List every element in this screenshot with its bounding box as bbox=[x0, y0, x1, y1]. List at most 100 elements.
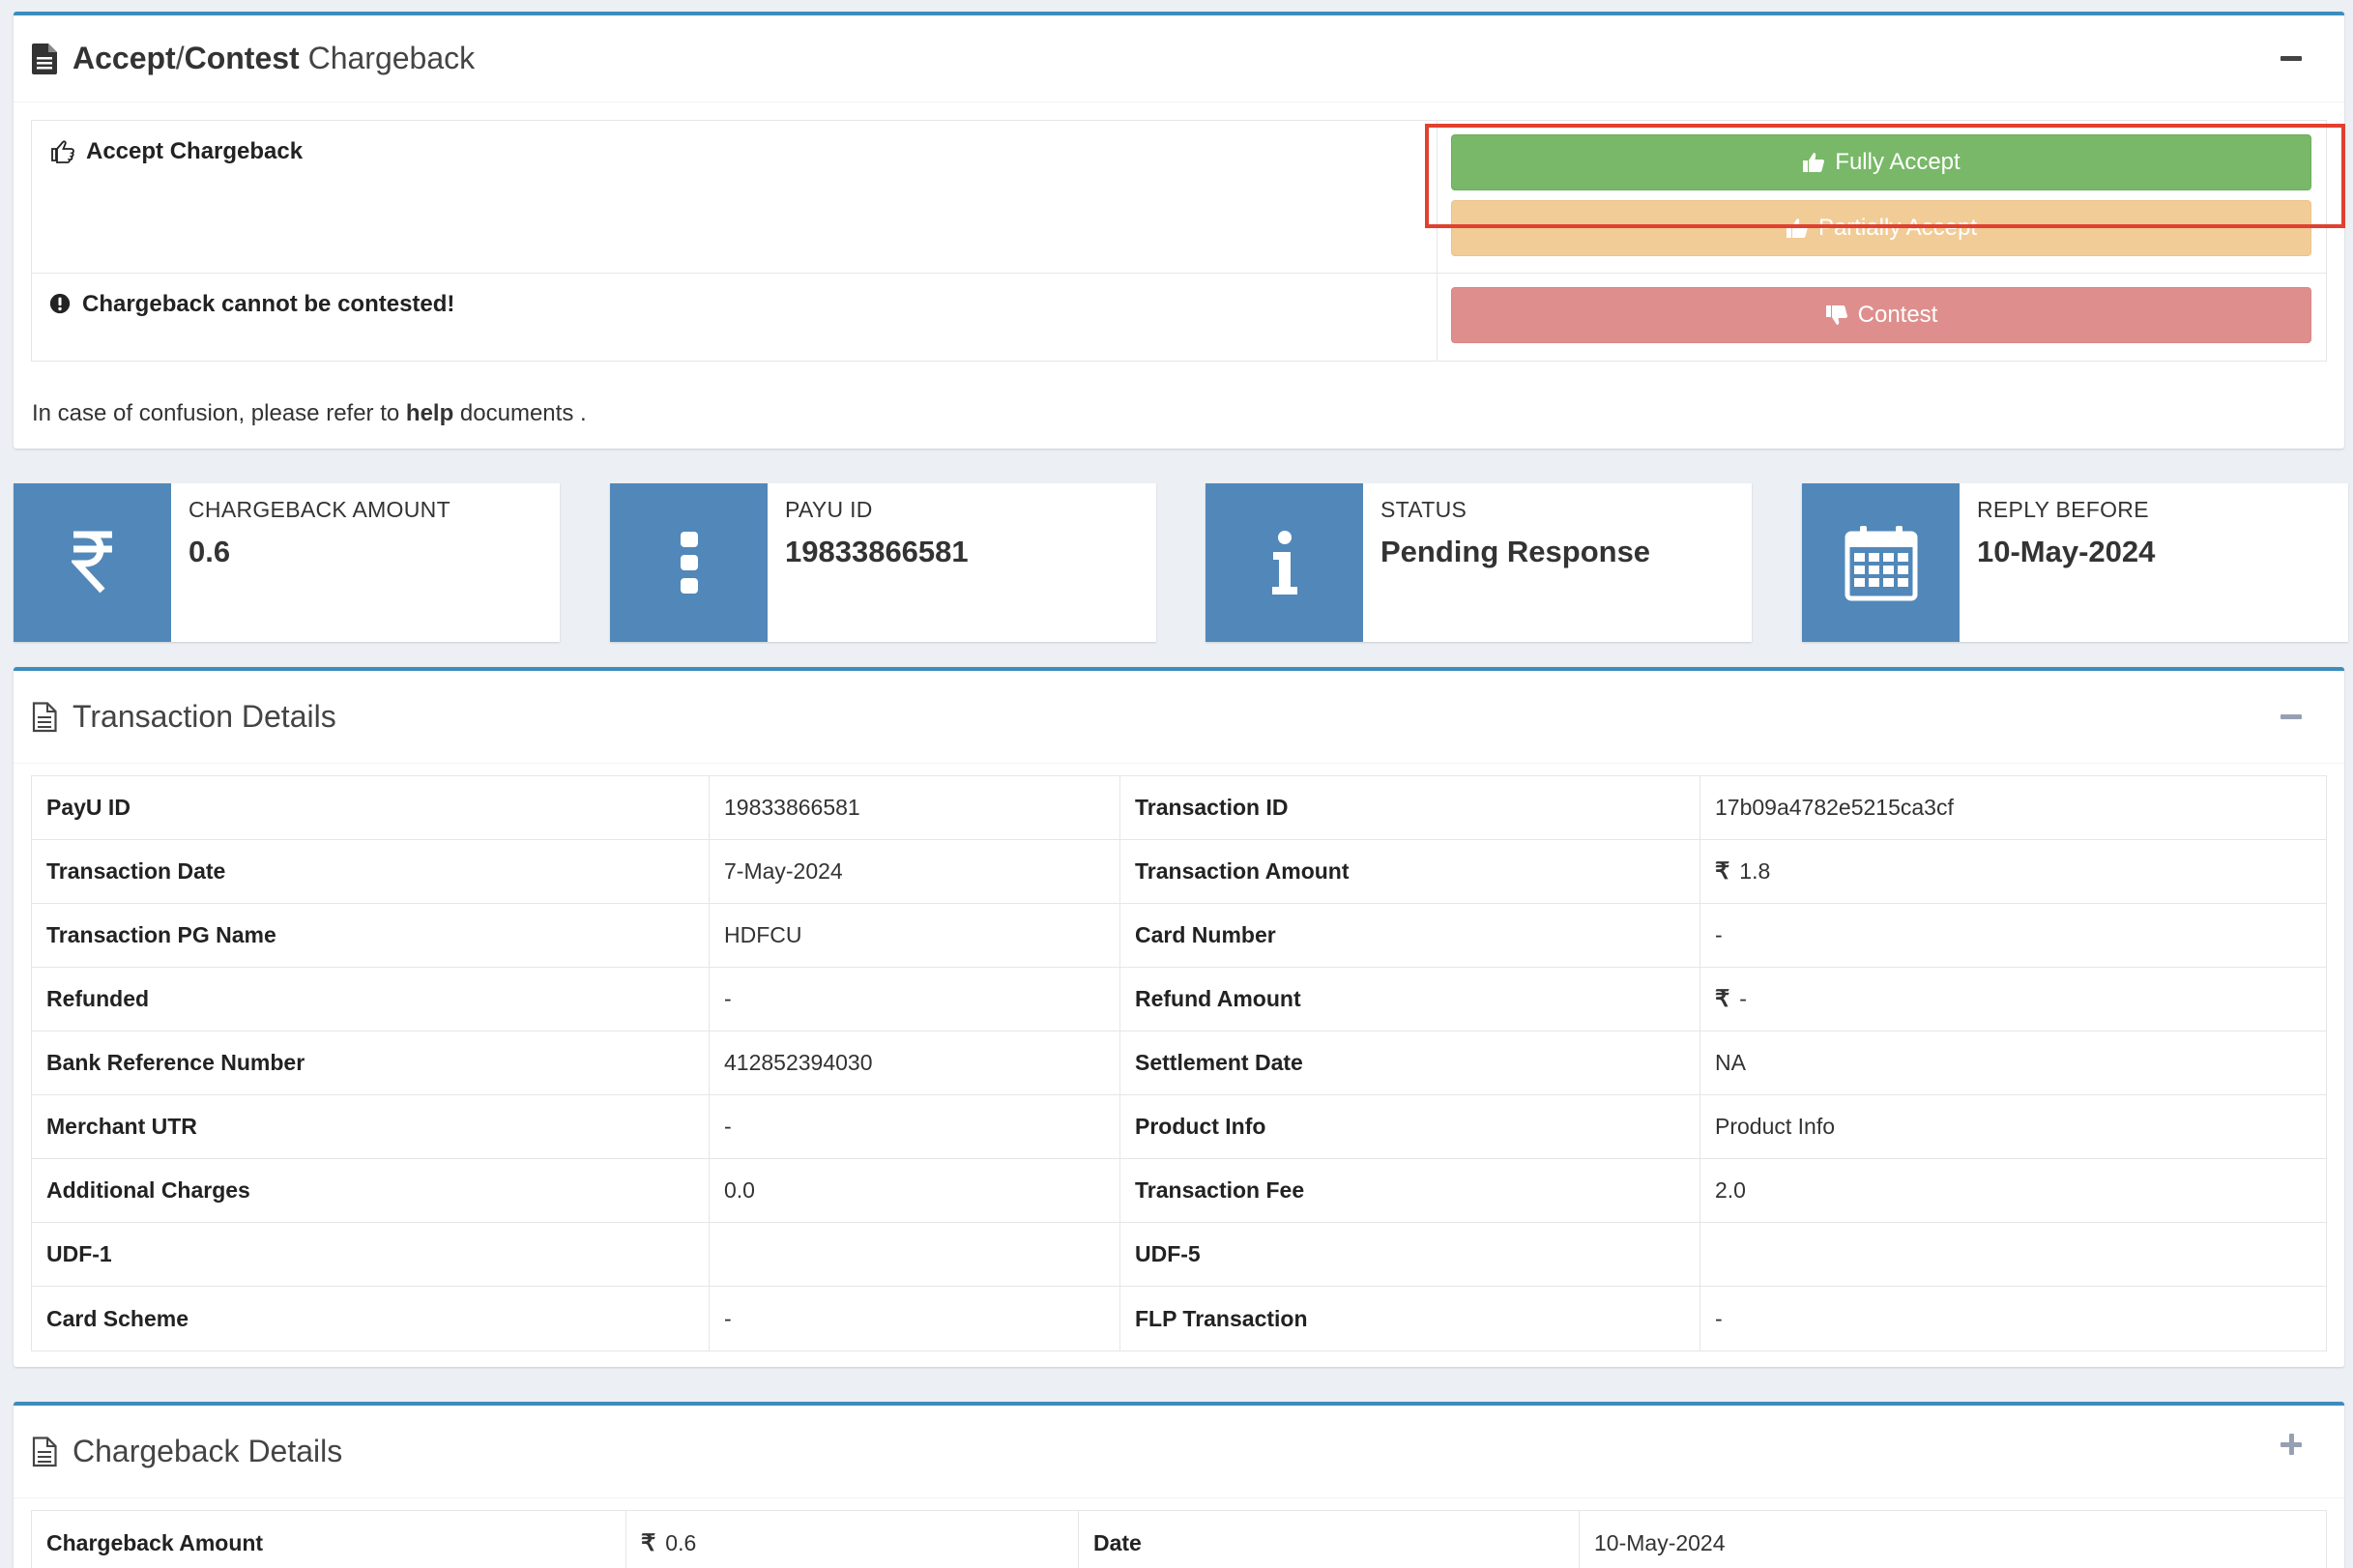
vertical-dots-icon bbox=[680, 532, 698, 594]
chargeback-details-title: Chargeback Details bbox=[32, 1434, 342, 1469]
table-key-cell: UDF-5 bbox=[1120, 1223, 1700, 1286]
chargeback-amount-value: 0.6 bbox=[665, 1529, 697, 1555]
info-label: STATUS bbox=[1380, 497, 1467, 522]
expand-button[interactable] bbox=[2277, 1430, 2306, 1459]
table-key-cell: Transaction Date bbox=[32, 840, 710, 903]
info-content: REPLY BEFORE 10-May-2024 bbox=[1960, 483, 2172, 642]
info-icon bbox=[1271, 531, 1297, 595]
table-key-cell: Refund Amount bbox=[1120, 968, 1700, 1031]
table-row: Transaction Date 7-May-2024 Transaction … bbox=[32, 840, 2326, 904]
table-key-cell: Bank Reference Number bbox=[32, 1031, 710, 1094]
accept-contest-title: Accept / Contest Chargeback bbox=[32, 41, 475, 76]
transaction-amount-value: 1.8 bbox=[1739, 858, 1771, 884]
table-key-cell: Refunded bbox=[32, 968, 710, 1031]
collapse-button[interactable] bbox=[2277, 44, 2306, 73]
info-box-chargeback-amount: CHARGEBACK AMOUNT 0.6 bbox=[14, 483, 560, 642]
table-value-cell bbox=[1700, 1223, 2326, 1286]
title-contest: Contest bbox=[184, 41, 300, 75]
accept-chargeback-label: Accept Chargeback bbox=[86, 138, 304, 164]
accept-contest-header: Accept / Contest Chargeback bbox=[14, 15, 2344, 102]
table-row: UDF-1 UDF-5 bbox=[32, 1223, 2326, 1287]
table-key-cell: Transaction ID bbox=[1120, 776, 1700, 839]
info-value: 0.6 bbox=[189, 535, 231, 568]
thumbs-up-icon bbox=[1786, 218, 1808, 238]
table-key-cell: Chargeback Amount bbox=[32, 1511, 626, 1568]
minus-icon bbox=[2280, 714, 2302, 719]
help-note-suffix: documents . bbox=[453, 400, 587, 426]
table-value-cell: - bbox=[710, 1287, 1120, 1350]
table-row: Additional Charges 0.0 Transaction Fee 2… bbox=[32, 1159, 2326, 1223]
table-key-cell: Settlement Date bbox=[1120, 1031, 1700, 1094]
transaction-details-title-text: Transaction Details bbox=[73, 699, 336, 734]
chargeback-details-panel: Chargeback Details Chargeback Amount ₹ 0… bbox=[14, 1402, 2344, 1568]
table-key-cell: Product Info bbox=[1120, 1095, 1700, 1158]
info-icon-container bbox=[1206, 483, 1363, 642]
table-row: Card Scheme - FLP Transaction - bbox=[32, 1287, 2326, 1350]
title-separator: / bbox=[175, 41, 185, 75]
refund-amount-value: - bbox=[1739, 986, 1747, 1011]
table-key-cell: Card Scheme bbox=[32, 1287, 710, 1350]
accept-label-cell: Accept Chargeback bbox=[32, 121, 1438, 273]
table-key-cell: UDF-1 bbox=[32, 1223, 710, 1286]
table-value-cell: 7-May-2024 bbox=[710, 840, 1120, 903]
rupee-icon: ₹ bbox=[641, 1529, 656, 1556]
info-label: PAYU ID bbox=[785, 497, 873, 522]
contest-label: Contest bbox=[1857, 302, 1938, 328]
title-chargeback: Chargeback bbox=[299, 41, 476, 75]
partially-accept-label: Partially Accept bbox=[1817, 215, 1978, 241]
transaction-details-table: PayU ID 19833866581 Transaction ID 17b09… bbox=[31, 775, 2327, 1351]
fully-accept-label: Fully Accept bbox=[1835, 149, 1961, 175]
thumbs-up-icon bbox=[1803, 153, 1825, 172]
info-icon-container bbox=[610, 483, 768, 642]
info-content: PAYU ID 19833866581 bbox=[768, 483, 986, 642]
table-value-cell: 2.0 bbox=[1715, 1177, 1746, 1203]
table-value-cell: ₹ - bbox=[1700, 968, 2326, 1031]
table-value-cell: - bbox=[710, 968, 1120, 1031]
table-key-cell: Additional Charges bbox=[32, 1159, 710, 1222]
info-box-reply-before: REPLY BEFORE 10-May-2024 bbox=[1802, 483, 2348, 642]
info-box-status: STATUS Pending Response bbox=[1206, 483, 1752, 642]
rupee-icon: ₹ bbox=[1715, 986, 1730, 1012]
table-value-cell: - bbox=[710, 1095, 1120, 1158]
info-icon-container bbox=[14, 483, 171, 642]
document-icon bbox=[32, 43, 57, 74]
contest-unavailable-label: Chargeback cannot be contested! bbox=[82, 291, 455, 317]
table-key-cell: Merchant UTR bbox=[32, 1095, 710, 1158]
table-value-cell: 17b09a4782e5215ca3cf bbox=[1715, 795, 1954, 820]
info-icon-container bbox=[1802, 483, 1960, 642]
fully-accept-button[interactable]: Fully Accept bbox=[1451, 134, 2311, 190]
help-note: In case of confusion, please refer to he… bbox=[32, 400, 587, 427]
table-key-cell: PayU ID bbox=[32, 776, 710, 839]
transaction-details-header: Transaction Details bbox=[14, 671, 2344, 764]
table-key-cell: Transaction Amount bbox=[1120, 840, 1700, 903]
table-row: Chargeback Amount ₹ 0.6 Date 10-May-2024 bbox=[32, 1511, 2326, 1568]
rupee-icon: ₹ bbox=[1715, 858, 1730, 885]
minus-icon bbox=[2280, 56, 2302, 61]
chargeback-details-header: Chargeback Details bbox=[14, 1406, 2344, 1498]
chargeback-details-table: Chargeback Amount ₹ 0.6 Date 10-May-2024 bbox=[31, 1510, 2327, 1568]
table-row: Merchant UTR - Product Info Product Info bbox=[32, 1095, 2326, 1159]
table-key-cell: Card Number bbox=[1120, 904, 1700, 967]
document-outline-icon bbox=[32, 701, 57, 732]
table-value-cell: 19833866581 bbox=[710, 776, 1120, 839]
info-label: REPLY BEFORE bbox=[1977, 497, 2149, 522]
table-row: Transaction PG Name HDFCU Card Number - bbox=[32, 904, 2326, 968]
title-accept: Accept bbox=[73, 41, 176, 75]
collapse-button[interactable] bbox=[2277, 703, 2306, 732]
table-row: Refunded - Refund Amount ₹ - bbox=[32, 968, 2326, 1031]
table-value-cell bbox=[710, 1223, 1120, 1286]
table-value-cell: HDFCU bbox=[710, 904, 1120, 967]
thumbs-down-icon bbox=[1825, 305, 1847, 325]
accept-contest-table: Accept Chargeback Fully Accept Partially… bbox=[31, 120, 2327, 362]
info-label: CHARGEBACK AMOUNT bbox=[189, 497, 450, 522]
help-link[interactable]: help bbox=[406, 400, 453, 426]
info-content: CHARGEBACK AMOUNT 0.6 bbox=[171, 483, 468, 642]
accept-row: Accept Chargeback Fully Accept Partially… bbox=[32, 121, 2326, 274]
contest-button[interactable]: Contest bbox=[1451, 287, 2311, 343]
partially-accept-button[interactable]: Partially Accept bbox=[1451, 200, 2311, 256]
table-value-cell: 412852394030 bbox=[710, 1031, 1120, 1094]
transaction-details-title: Transaction Details bbox=[32, 699, 336, 735]
help-note-prefix: In case of confusion, please refer to bbox=[32, 400, 406, 426]
table-key-cell: FLP Transaction bbox=[1120, 1287, 1700, 1350]
table-key-cell: Date bbox=[1079, 1511, 1580, 1568]
